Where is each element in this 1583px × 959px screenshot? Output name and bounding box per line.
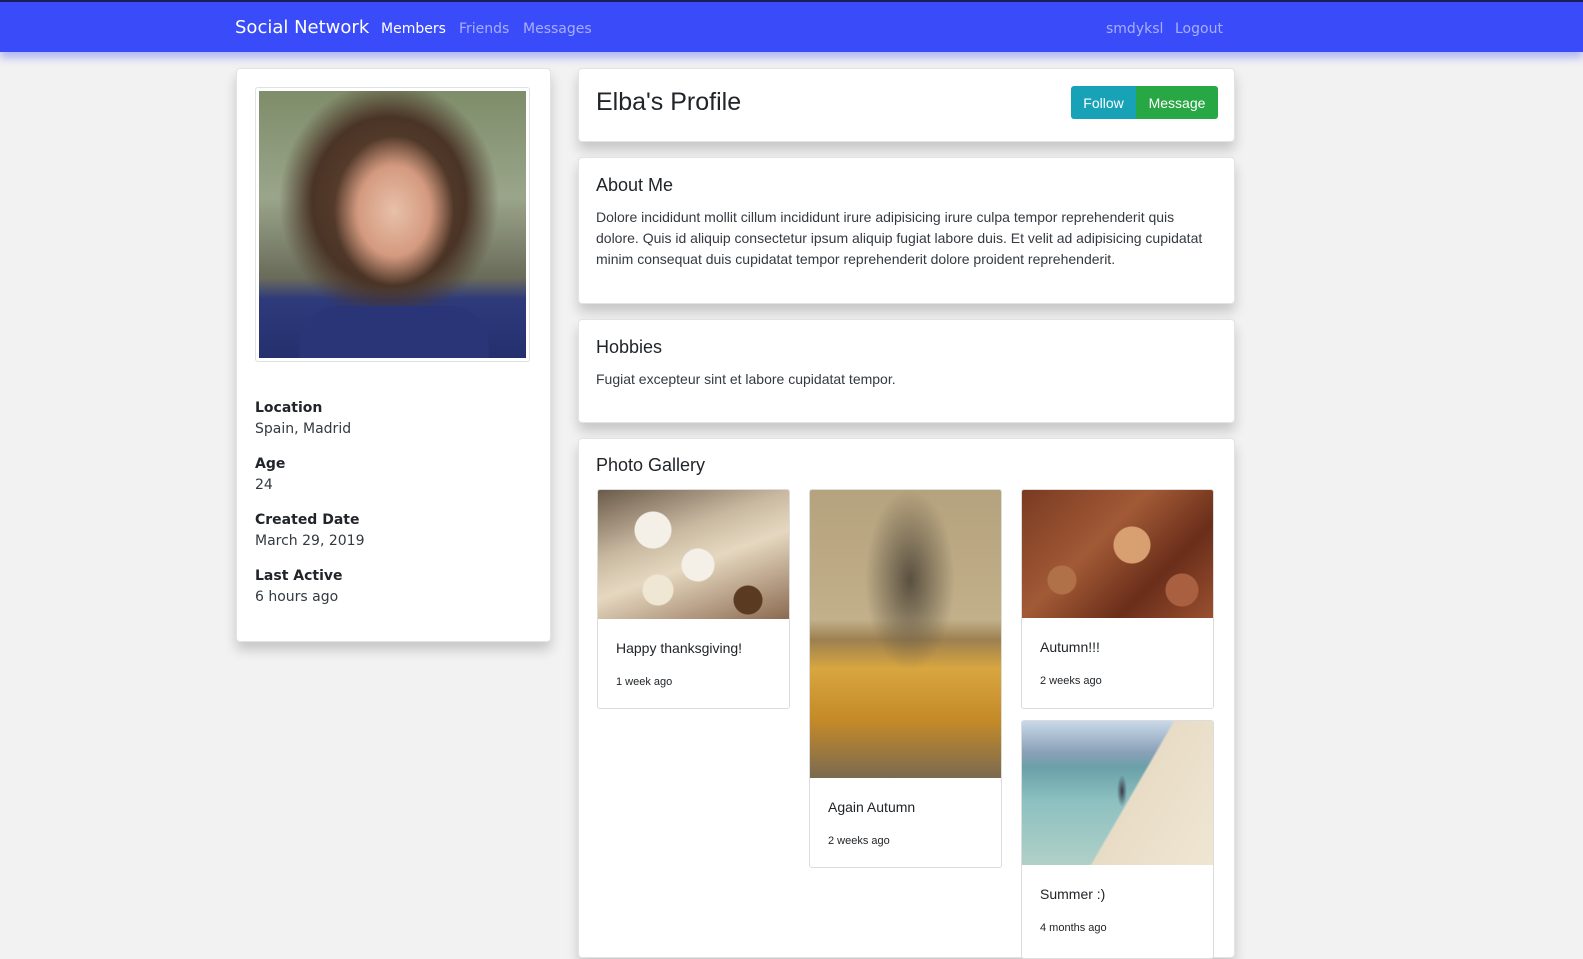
gallery-time: 4 months ago [1040,922,1107,934]
profile-header-card: Elba's Profile Follow Message [578,68,1235,142]
about-me-card: About Me Dolore incididunt mollit cillum… [578,157,1235,304]
nav-link-friends[interactable]: Friends [459,21,509,37]
gallery-caption: Again Autumn [828,799,916,815]
hobbies-text: Fugiat excepteur sint et labore cupidata… [596,371,896,387]
nav-username[interactable]: smdyksl [1106,21,1163,37]
gallery-caption: Happy thanksgiving! [616,640,743,656]
hobbies-card: Hobbies Fugiat excepteur sint et labore … [578,319,1235,423]
gallery-item[interactable]: Autumn!!! 2 weeks ago [1021,489,1214,709]
info-label-location: Location [255,400,323,416]
gallery-caption: Autumn!!! [1040,639,1100,655]
gallery-photo-summer[interactable] [1022,721,1213,865]
message-button[interactable]: Message [1136,86,1218,119]
gallery-item[interactable]: Summer :) 4 months ago [1021,720,1214,959]
profile-info-card: Location Spain, Madrid Age 24 Created Da… [236,68,551,642]
about-me-title: About Me [596,175,674,195]
info-value-created-date: March 29, 2019 [255,533,365,549]
page-title: Elba's Profile [596,88,742,116]
about-me-text: Dolore incididunt mollit cillum incididu… [596,209,1203,267]
hobbies-title: Hobbies [596,337,663,357]
photo-gallery-title: Photo Gallery [596,455,706,475]
gallery-photo-thanksgiving[interactable] [598,490,789,619]
follow-button[interactable]: Follow [1071,86,1136,119]
info-label-age: Age [255,456,286,472]
gallery-caption: Summer :) [1040,886,1106,902]
profile-photo [259,91,526,358]
info-value-location: Spain, Madrid [255,421,352,437]
gallery-time: 1 week ago [616,676,673,688]
nav-link-messages[interactable]: Messages [523,21,592,37]
info-value-last-active: 6 hours ago [255,589,339,605]
profile-photo-frame [255,87,530,362]
gallery-time: 2 weeks ago [828,835,890,847]
nav-link-members[interactable]: Members [381,21,446,37]
photo-gallery-card: Photo Gallery Happy thanksgiving! 1 week… [578,438,1235,959]
top-navbar: Social Network Members Friends Messages … [0,0,1583,52]
gallery-photo-again-autumn[interactable] [810,490,1001,778]
info-label-last-active: Last Active [255,568,343,584]
gallery-item[interactable]: Again Autumn 2 weeks ago [809,489,1002,868]
info-label-created-date: Created Date [255,512,360,528]
nav-logout[interactable]: Logout [1175,21,1223,37]
gallery-photo-autumn[interactable] [1022,490,1213,618]
gallery-time: 2 weeks ago [1040,675,1102,687]
gallery-item[interactable]: Happy thanksgiving! 1 week ago [597,489,790,709]
brand-link[interactable]: Social Network [235,17,369,38]
info-value-age: 24 [255,477,273,493]
